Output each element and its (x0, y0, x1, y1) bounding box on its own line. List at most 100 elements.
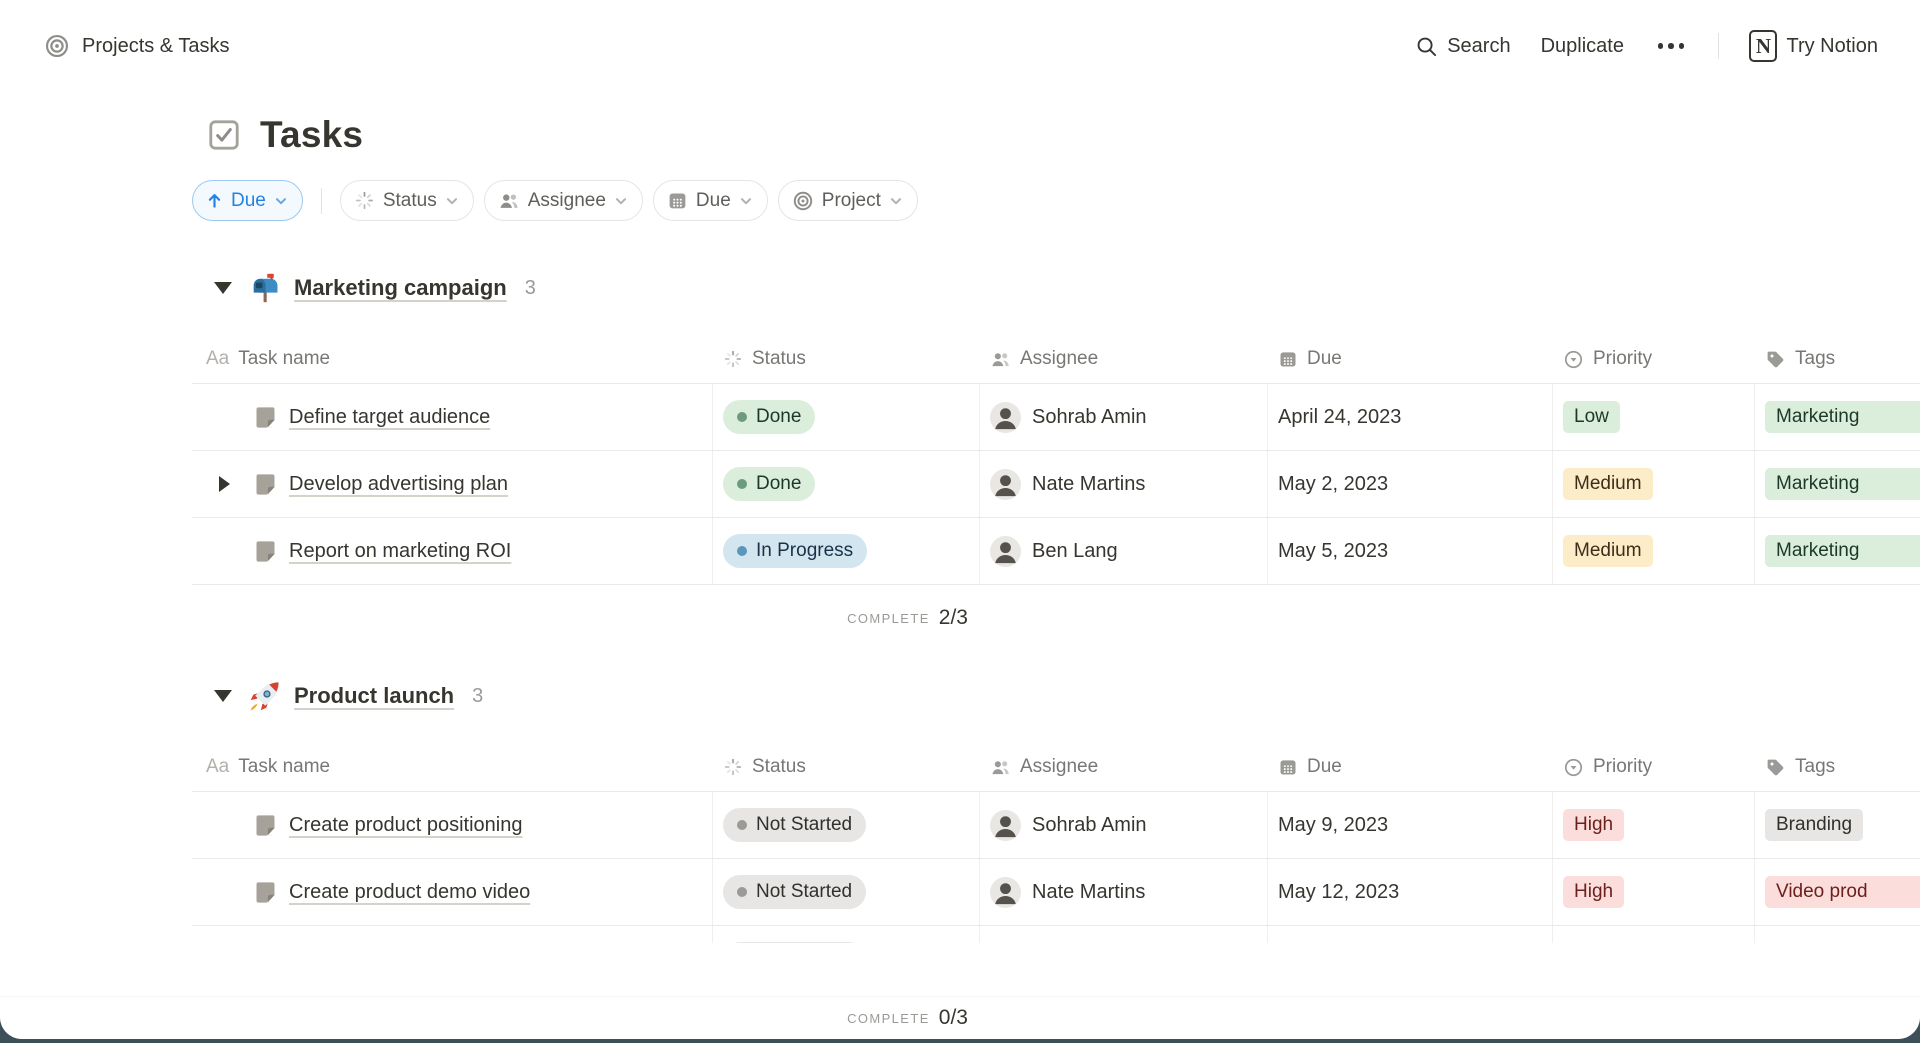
due-cell[interactable]: May 22, 2023 (1268, 926, 1553, 943)
priority-cell[interactable]: Medium (1553, 518, 1755, 584)
task-name-link[interactable]: Create product positioning (289, 814, 522, 837)
try-notion-button[interactable]: N Try Notion (1749, 30, 1878, 62)
checkbox-icon (206, 117, 242, 153)
assignee-cell[interactable]: Ben Lang (980, 518, 1268, 584)
tags-cell[interactable]: Branding (1755, 792, 1920, 858)
column-header-task-name[interactable]: Aa Task name (192, 335, 713, 383)
title-row: Tasks (206, 114, 1920, 156)
assignee-cell[interactable]: Sohrab Amin (980, 792, 1268, 858)
task-name-cell[interactable]: Report on marketing ROI (192, 518, 713, 584)
due-cell[interactable]: May 9, 2023 (1268, 792, 1553, 858)
search-button[interactable]: Search (1415, 35, 1510, 58)
priority-cell[interactable]: High (1553, 926, 1755, 943)
priority-cell[interactable]: High (1553, 792, 1755, 858)
priority-cell[interactable]: Low (1553, 384, 1755, 450)
column-header-tags[interactable]: Tags (1755, 335, 1920, 383)
column-header-task-name[interactable]: Aa Task name (192, 743, 713, 791)
status-spinner-icon (354, 190, 375, 211)
column-header-status[interactable]: Status (713, 335, 980, 383)
priority-tag: High (1563, 876, 1624, 908)
group-header-product-launch: Product launch 3 (206, 679, 1920, 713)
avatar (990, 810, 1021, 841)
tags-cell[interactable]: Marketing (1755, 451, 1920, 517)
sort-chip-due[interactable]: Due (192, 180, 303, 221)
page-icon (252, 879, 279, 906)
task-name-cell[interactable]: Create product positioning (192, 792, 713, 858)
due-cell[interactable]: May 12, 2023 (1268, 859, 1553, 925)
filter-chip-project[interactable]: Project (778, 180, 918, 221)
status-cell[interactable]: Not Started (713, 859, 980, 925)
due-cell[interactable]: April 24, 2023 (1268, 384, 1553, 450)
column-header-due[interactable]: Due (1268, 335, 1553, 383)
column-header-assignee[interactable]: Assignee (980, 335, 1268, 383)
arrow-up-icon (206, 192, 223, 209)
target-icon (792, 190, 814, 212)
filter-chip-due[interactable]: Due (653, 180, 768, 221)
tags-cell[interactable]: Marketing (1755, 518, 1920, 584)
status-pill: In Progress (723, 534, 867, 568)
task-name-link[interactable]: Define target audience (289, 406, 490, 429)
task-name-link[interactable]: Report on marketing ROI (289, 540, 511, 563)
calendar-icon (1278, 349, 1298, 369)
task-table-marketing: Aa Task name Status Assignee Due P (192, 335, 1920, 585)
group-title[interactable]: Product launch (294, 683, 454, 709)
more-options-icon[interactable] (1654, 43, 1689, 49)
filter-status-label: Status (383, 190, 437, 212)
due-cell[interactable]: May 5, 2023 (1268, 518, 1553, 584)
complete-calculation[interactable]: COMPLETE 2/3 (192, 585, 980, 651)
task-name-cell[interactable]: Develop advertising plan (192, 451, 713, 517)
assignee-cell[interactable]: Nate Martins (980, 859, 1268, 925)
task-name-cell[interactable]: Create product demo video (192, 859, 713, 925)
task-name-cell[interactable]: Define target audience (192, 384, 713, 450)
status-cell[interactable]: In Progress (713, 518, 980, 584)
tags-cell[interactable]: Marketing (1755, 384, 1920, 450)
column-header-assignee[interactable]: Assignee (980, 743, 1268, 791)
filter-project-label: Project (822, 190, 881, 212)
column-header-tags[interactable]: Tags (1755, 743, 1920, 791)
due-cell[interactable]: May 2, 2023 (1268, 451, 1553, 517)
calendar-icon (1278, 757, 1298, 777)
filter-chip-assignee[interactable]: Assignee (484, 180, 643, 221)
status-cell[interactable]: Not Started (713, 926, 980, 943)
notion-page: Projects & Tasks Search Duplicate N Try … (0, 0, 1920, 1039)
tag-pill: Marketing (1765, 401, 1920, 433)
complete-calculation[interactable]: COMPLETE 0/3 (192, 997, 980, 1039)
avatar (990, 536, 1021, 567)
status-cell[interactable]: Done (713, 451, 980, 517)
tags-cell[interactable]: Metrics (1755, 926, 1920, 943)
assignee-cell[interactable]: Nate Martins (980, 451, 1268, 517)
group-collapse-toggle[interactable] (206, 271, 240, 305)
target-icon (44, 33, 70, 59)
chevron-down-icon (274, 194, 288, 208)
chevron-down-icon (889, 194, 903, 208)
group-title[interactable]: Marketing campaign (294, 275, 507, 301)
row-expand-toggle[interactable] (206, 476, 242, 492)
column-header-priority[interactable]: Priority (1553, 743, 1755, 791)
search-icon (1415, 35, 1438, 58)
text-type-icon: Aa (206, 756, 229, 778)
priority-cell[interactable]: High (1553, 859, 1755, 925)
duplicate-label: Duplicate (1541, 35, 1624, 58)
column-header-status[interactable]: Status (713, 743, 980, 791)
column-header-due[interactable]: Due (1268, 743, 1553, 791)
status-cell[interactable]: Done (713, 384, 980, 450)
group-collapse-toggle[interactable] (206, 679, 240, 713)
table-row: Report on marketing ROI In Progress Ben … (192, 517, 1920, 585)
filter-chip-status[interactable]: Status (340, 180, 474, 221)
task-name-link[interactable]: Develop advertising plan (289, 473, 508, 496)
column-header-priority[interactable]: Priority (1553, 335, 1755, 383)
page-title[interactable]: Tasks (260, 114, 363, 156)
priority-cell[interactable]: Medium (1553, 451, 1755, 517)
table-row: Create product demo video Not Started Na… (192, 858, 1920, 925)
duplicate-button[interactable]: Duplicate (1541, 35, 1624, 58)
tags-cell[interactable]: Video prod (1755, 859, 1920, 925)
sticky-summary-footer: COMPLETE 0/3 (0, 997, 1920, 1039)
assignee-cell[interactable]: Ben Lang (980, 926, 1268, 943)
assignee-cell[interactable]: Sohrab Amin (980, 384, 1268, 450)
table-header: Aa Task name Status Assignee Due P (192, 335, 1920, 383)
task-name-link[interactable]: Create product demo video (289, 881, 530, 904)
task-name-cell[interactable]: Monitor launch performance (192, 926, 713, 943)
group-count: 3 (525, 277, 536, 300)
breadcrumb[interactable]: Projects & Tasks (44, 33, 229, 59)
status-cell[interactable]: Not Started (713, 792, 980, 858)
